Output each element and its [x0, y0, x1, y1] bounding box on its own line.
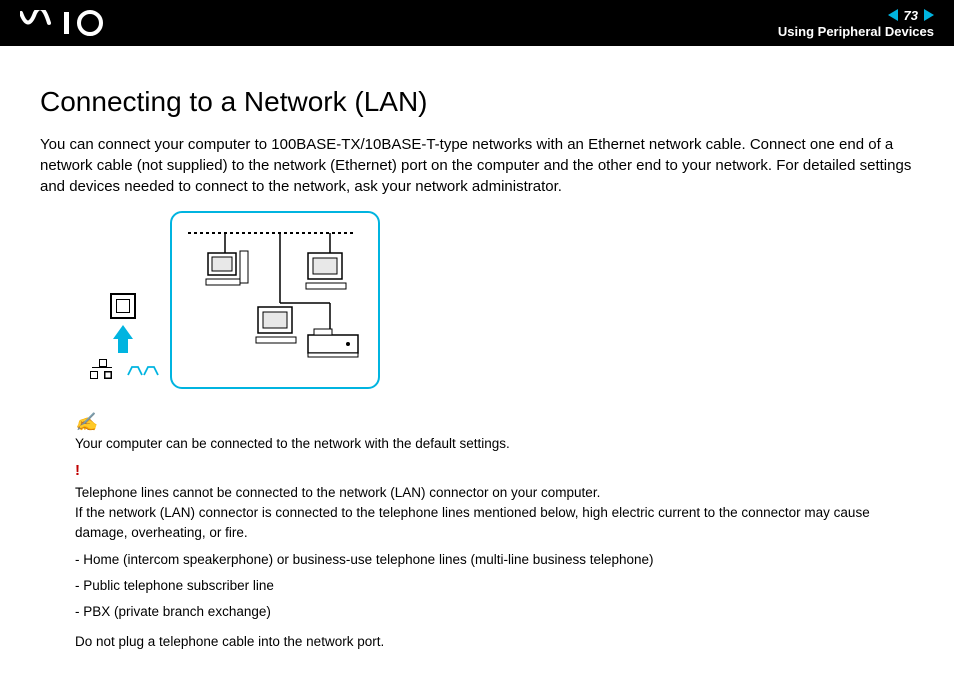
ethernet-port-icon	[110, 293, 136, 319]
warning-icon: !	[75, 460, 914, 483]
arrow-up-icon	[113, 325, 133, 353]
page-title: Connecting to a Network (LAN)	[40, 86, 914, 118]
page-nav: 73	[888, 8, 934, 23]
warning-text-1: Telephone lines cannot be connected to t…	[75, 483, 914, 503]
header-bar: 73 Using Peripheral Devices	[0, 0, 954, 46]
vaio-logo	[20, 10, 130, 36]
cable-connector-icon	[126, 363, 156, 375]
section-name: Using Peripheral Devices	[778, 24, 934, 39]
page-content: Connecting to a Network (LAN) You can co…	[0, 46, 954, 683]
network-topology-box	[170, 211, 380, 389]
prev-page-arrow[interactable]	[888, 9, 898, 21]
header-right: 73 Using Peripheral Devices	[778, 8, 934, 39]
network-topology-icon	[90, 359, 114, 379]
page-number: 73	[904, 8, 918, 23]
next-page-arrow[interactable]	[924, 9, 934, 21]
note-block: ✍ Your computer can be connected to the …	[75, 409, 914, 653]
warning-text-2: If the network (LAN) connector is connec…	[75, 503, 914, 544]
bullet-item: - Public telephone subscriber line	[75, 576, 914, 596]
note-text: Your computer can be connected to the ne…	[75, 434, 914, 454]
bullet-item: - PBX (private branch exchange)	[75, 602, 914, 622]
note-icon: ✍	[75, 409, 914, 436]
bullet-item: - Home (intercom speakerphone) or busine…	[75, 550, 914, 570]
port-panel	[90, 293, 156, 379]
final-note: Do not plug a telephone cable into the n…	[75, 632, 914, 652]
intro-paragraph: You can connect your computer to 100BASE…	[40, 134, 914, 197]
warning-bullets: - Home (intercom speakerphone) or busine…	[75, 550, 914, 623]
network-diagram	[90, 211, 914, 389]
